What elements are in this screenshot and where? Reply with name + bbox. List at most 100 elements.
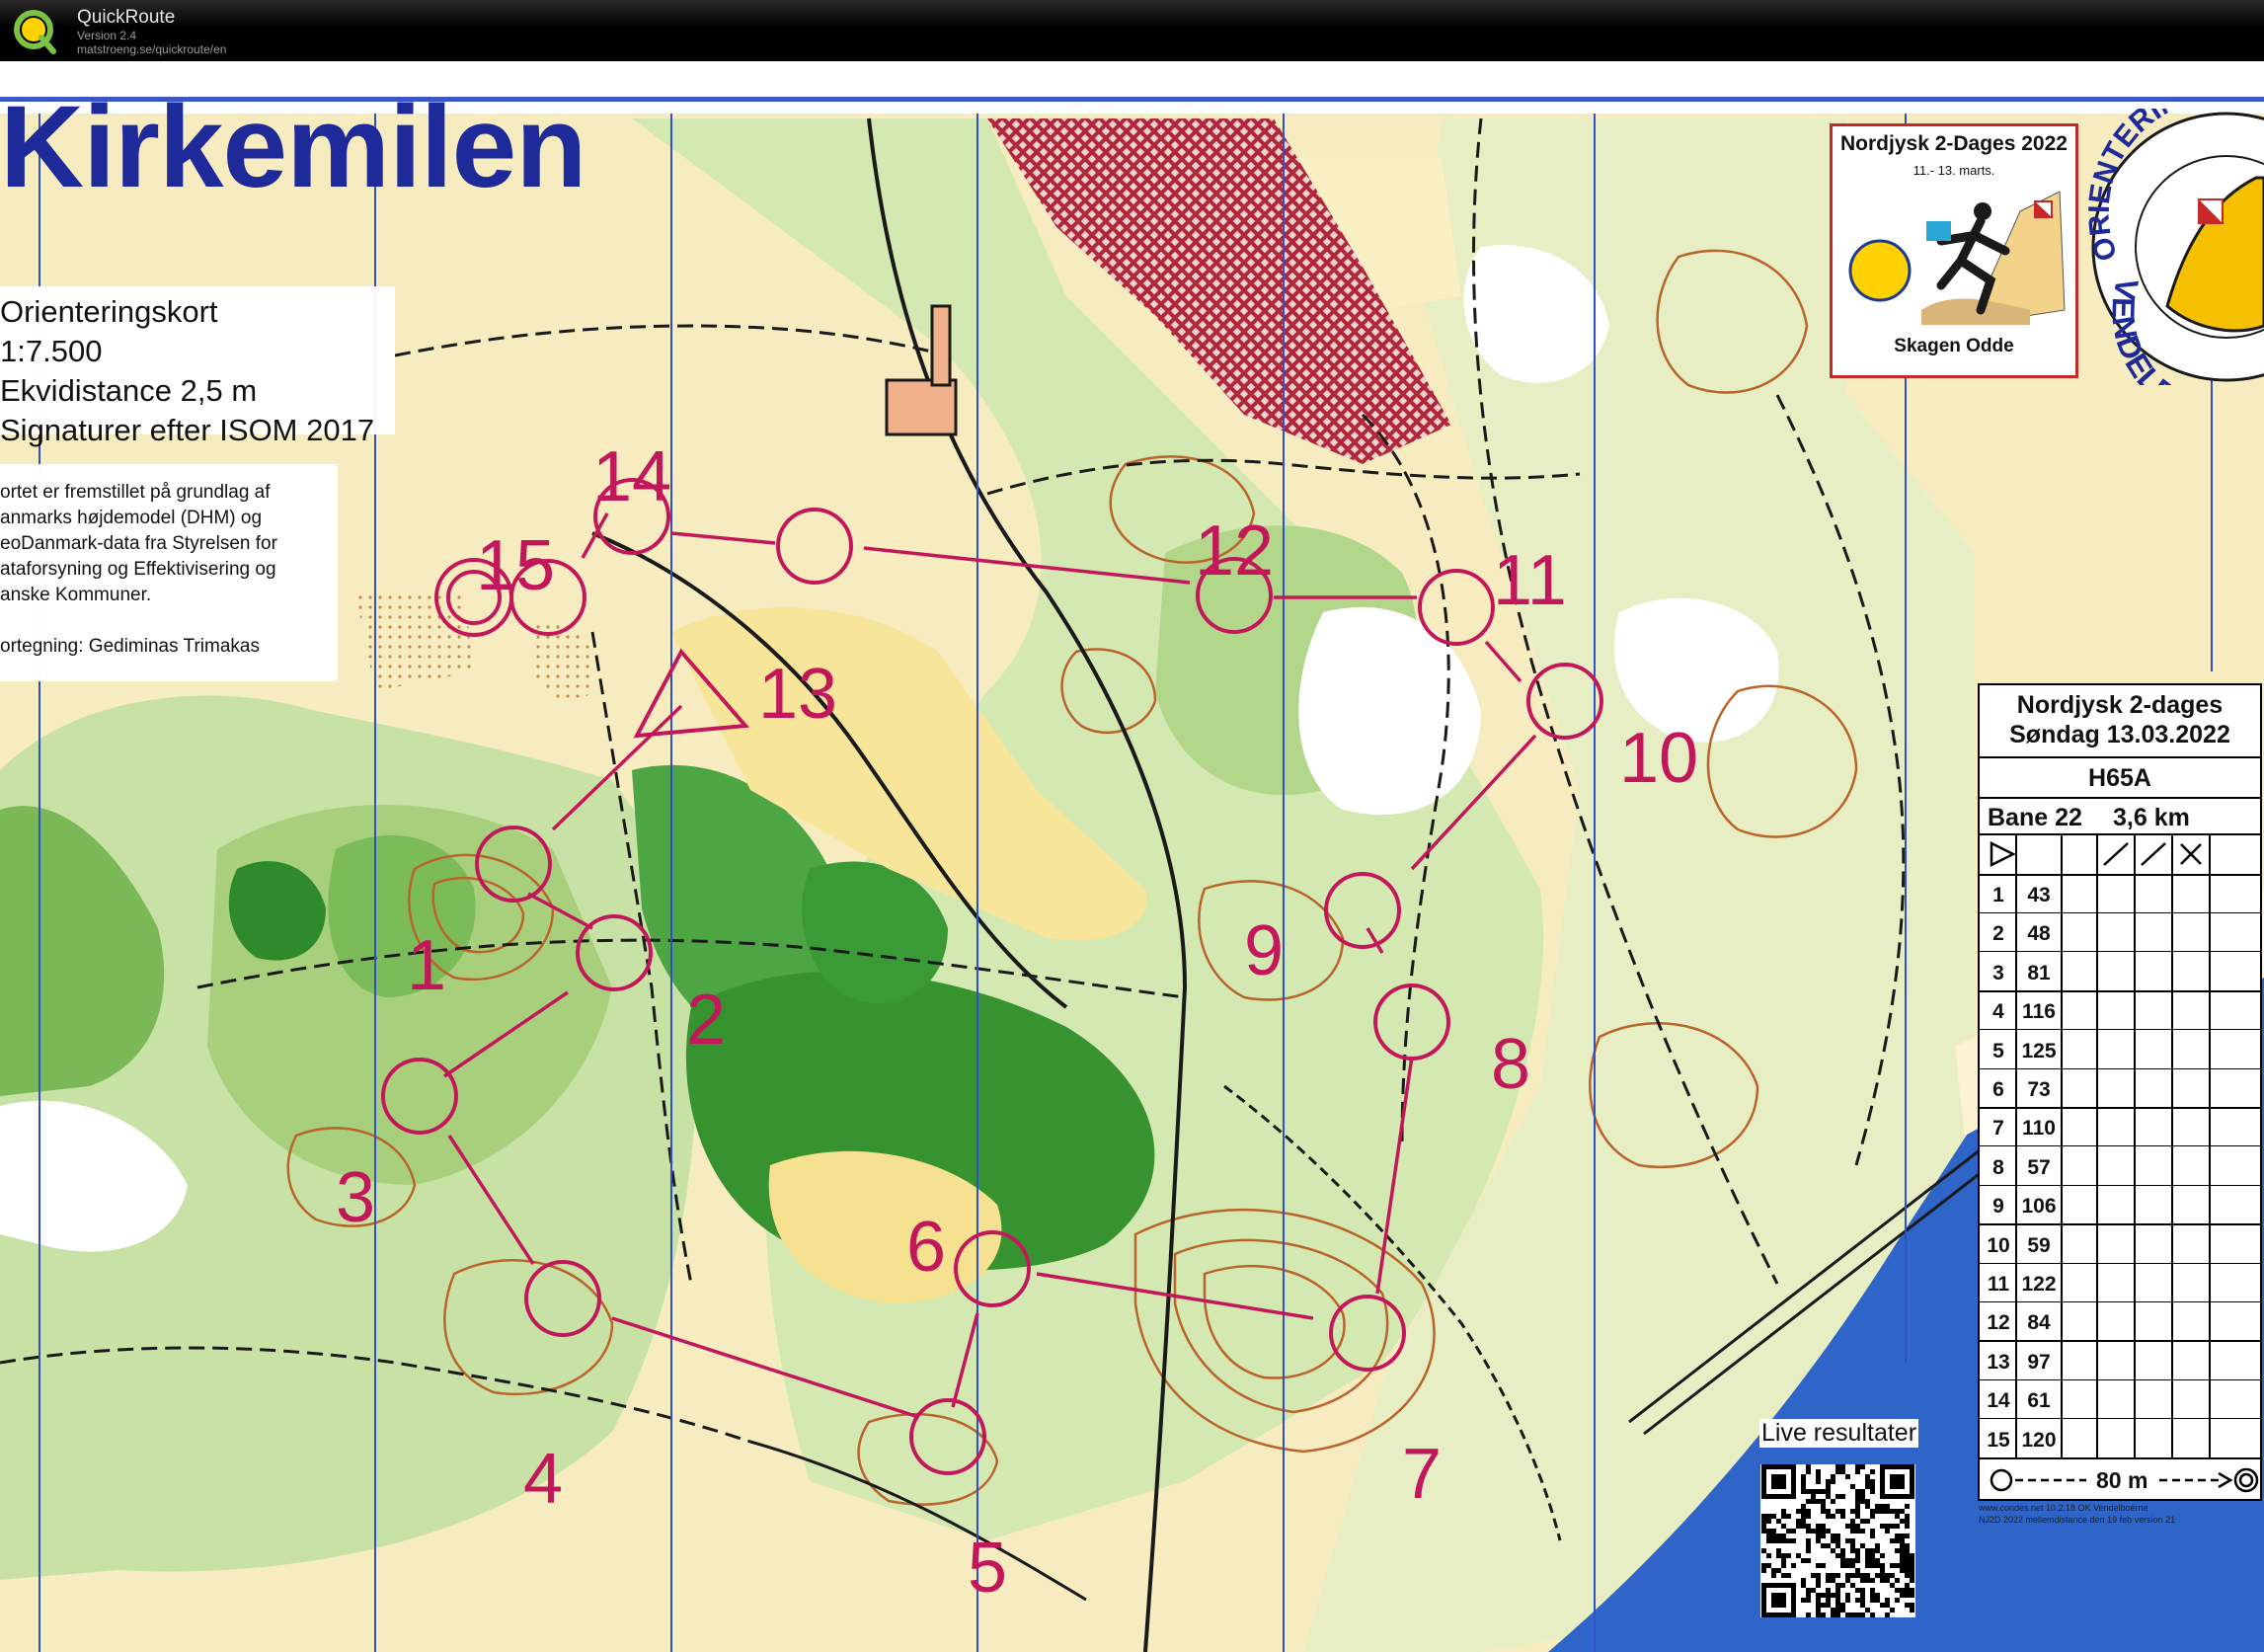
- divider: [1980, 1418, 2260, 1420]
- description-row: 15 120: [1980, 1421, 2260, 1459]
- finish-distance: 80 m: [2096, 1467, 2148, 1493]
- control-number-3: 3: [336, 1158, 376, 1237]
- control-code: 43: [2027, 884, 2051, 906]
- control-number: 5: [1992, 1039, 2004, 1062]
- quickroute-q-icon: [14, 10, 56, 54]
- control-number-13: 13: [758, 655, 838, 734]
- control-number: 9: [1992, 1195, 2004, 1219]
- control-number: 1: [1992, 884, 2004, 906]
- start-triangle-icon: [1990, 840, 2016, 868]
- description-date: Søndag 13.03.2022: [2009, 721, 2230, 748]
- control-code: 110: [2022, 1117, 2056, 1141]
- description-row: 4 116: [1980, 992, 2260, 1031]
- club-logo: ORIENTERINGSK VENDELBOR: [2078, 109, 2264, 385]
- description-row: 13 97: [1980, 1343, 2260, 1381]
- description-row: 14 61: [1980, 1381, 2260, 1420]
- description-length: 3,6 km: [2113, 804, 2190, 831]
- live-results-label: Live resultater: [1759, 1419, 1919, 1448]
- control-number-14: 14: [592, 437, 672, 516]
- crossing-icon: [2180, 843, 2202, 865]
- control-number: 14: [1987, 1389, 2010, 1413]
- description-start-row: [1980, 835, 2260, 874]
- map-credit-line: anske Kommuner.: [0, 585, 152, 605]
- app-version: Version 2.4: [77, 29, 137, 42]
- event-logo: Nordjysk 2-Dages 2022 11.- 13. marts. Sk…: [1830, 123, 2078, 378]
- control-number-6: 6: [906, 1208, 947, 1287]
- footnote-version: NJ2D 2022 mellemdistance den 19 feb vers…: [1979, 1515, 2176, 1525]
- control-number-9: 9: [1244, 911, 1285, 990]
- finish-arrow-icon: [2159, 1467, 2259, 1493]
- divider: [1980, 797, 2260, 799]
- description-row: 9 106: [1980, 1187, 2260, 1225]
- control-number: 2: [1992, 922, 2004, 946]
- description-row: 1 43: [1980, 876, 2260, 914]
- map-info-line: Orienteringskort: [0, 294, 218, 329]
- map-credit-line: ortegning: Gediminas Trimakas: [0, 636, 260, 657]
- description-row: 10 59: [1980, 1226, 2260, 1265]
- event-logo-dates: 11.- 13. marts.: [1913, 163, 1995, 178]
- map-credit-line: eoDanmark-data fra Styrelsen for: [0, 533, 277, 554]
- control-code: 81: [2027, 961, 2051, 984]
- control-code: 48: [2027, 922, 2051, 946]
- control-code: 97: [2027, 1350, 2051, 1374]
- map-credit-line: ortet er fremstillet på grundlag af: [0, 482, 271, 503]
- qr-code-icon[interactable]: [1760, 1464, 1915, 1617]
- orienteer-runner-icon: [1848, 191, 2066, 325]
- control-code: 122: [2021, 1273, 2057, 1296]
- building: [885, 378, 958, 436]
- column-divider: [2171, 833, 2173, 1459]
- divider: [1980, 912, 2260, 913]
- control-code: 59: [2027, 1233, 2051, 1257]
- qr-code-graphic: [1761, 1464, 1914, 1617]
- control-description-sheet: Nordjysk 2-dages Søndag 13.03.2022 H65A …: [1978, 683, 2262, 1501]
- finish-route-icon: [1990, 1468, 2086, 1492]
- column-divider: [2096, 833, 2098, 1459]
- app-url: matstroeng.se/quickroute/en: [77, 42, 227, 56]
- map-info-line: Ekvidistance 2,5 m: [0, 373, 258, 408]
- event-logo-title: Nordjysk 2-Dages 2022: [1840, 132, 2068, 155]
- control-number-4: 4: [523, 1440, 564, 1519]
- control-code: 106: [2021, 1195, 2057, 1219]
- control-number-8: 8: [1491, 1025, 1531, 1104]
- control-code: 120: [2021, 1428, 2057, 1452]
- control-code: 125: [2021, 1039, 2057, 1062]
- control-number: 10: [1987, 1233, 2010, 1257]
- control-number-15: 15: [476, 526, 556, 605]
- app-name: QuickRoute: [77, 7, 176, 28]
- divider: [1980, 756, 2260, 758]
- control-code: 116: [2022, 1000, 2056, 1024]
- control-number: 13: [1987, 1350, 2010, 1374]
- map-info-line: 1:7.500: [0, 334, 103, 368]
- description-row: 8 57: [1980, 1148, 2260, 1187]
- control-number-1: 1: [407, 926, 447, 1005]
- description-row: 11 122: [1980, 1265, 2260, 1303]
- divider: [1980, 1262, 2260, 1264]
- column-divider: [2015, 833, 2017, 1459]
- description-event-title: Nordjysk 2-dages: [2016, 691, 2224, 719]
- building: [930, 304, 952, 387]
- divider: [1980, 1145, 2260, 1147]
- column-divider: [2061, 833, 2063, 1459]
- divider: [1980, 1378, 2260, 1380]
- footnote-condes: www.condes.net 10.2.18 OK Vendelboerne: [1979, 1503, 2148, 1513]
- control-number: 7: [1992, 1117, 2004, 1141]
- column-divider: [2134, 833, 2136, 1459]
- description-row: 12 84: [1980, 1303, 2260, 1342]
- control-number: 12: [1987, 1311, 2010, 1335]
- diagonal-line-icon: [2103, 842, 2129, 866]
- divider: [1980, 1029, 2260, 1031]
- control-number-2: 2: [686, 981, 727, 1060]
- divider: [1980, 951, 2260, 953]
- divider: [1980, 1067, 2260, 1069]
- description-row: 7 110: [1980, 1109, 2260, 1147]
- control-code: 73: [2027, 1078, 2051, 1101]
- description-course: Bane 22: [1988, 804, 2082, 831]
- control-number-12: 12: [1195, 511, 1275, 590]
- control-code: 61: [2027, 1389, 2051, 1413]
- description-row: 6 73: [1980, 1070, 2260, 1109]
- column-divider: [2209, 833, 2211, 1459]
- control-number-10: 10: [1619, 719, 1699, 798]
- control-number: 15: [1987, 1428, 2010, 1452]
- control-number-11: 11: [1493, 541, 1567, 620]
- control-number-5: 5: [968, 1529, 1008, 1608]
